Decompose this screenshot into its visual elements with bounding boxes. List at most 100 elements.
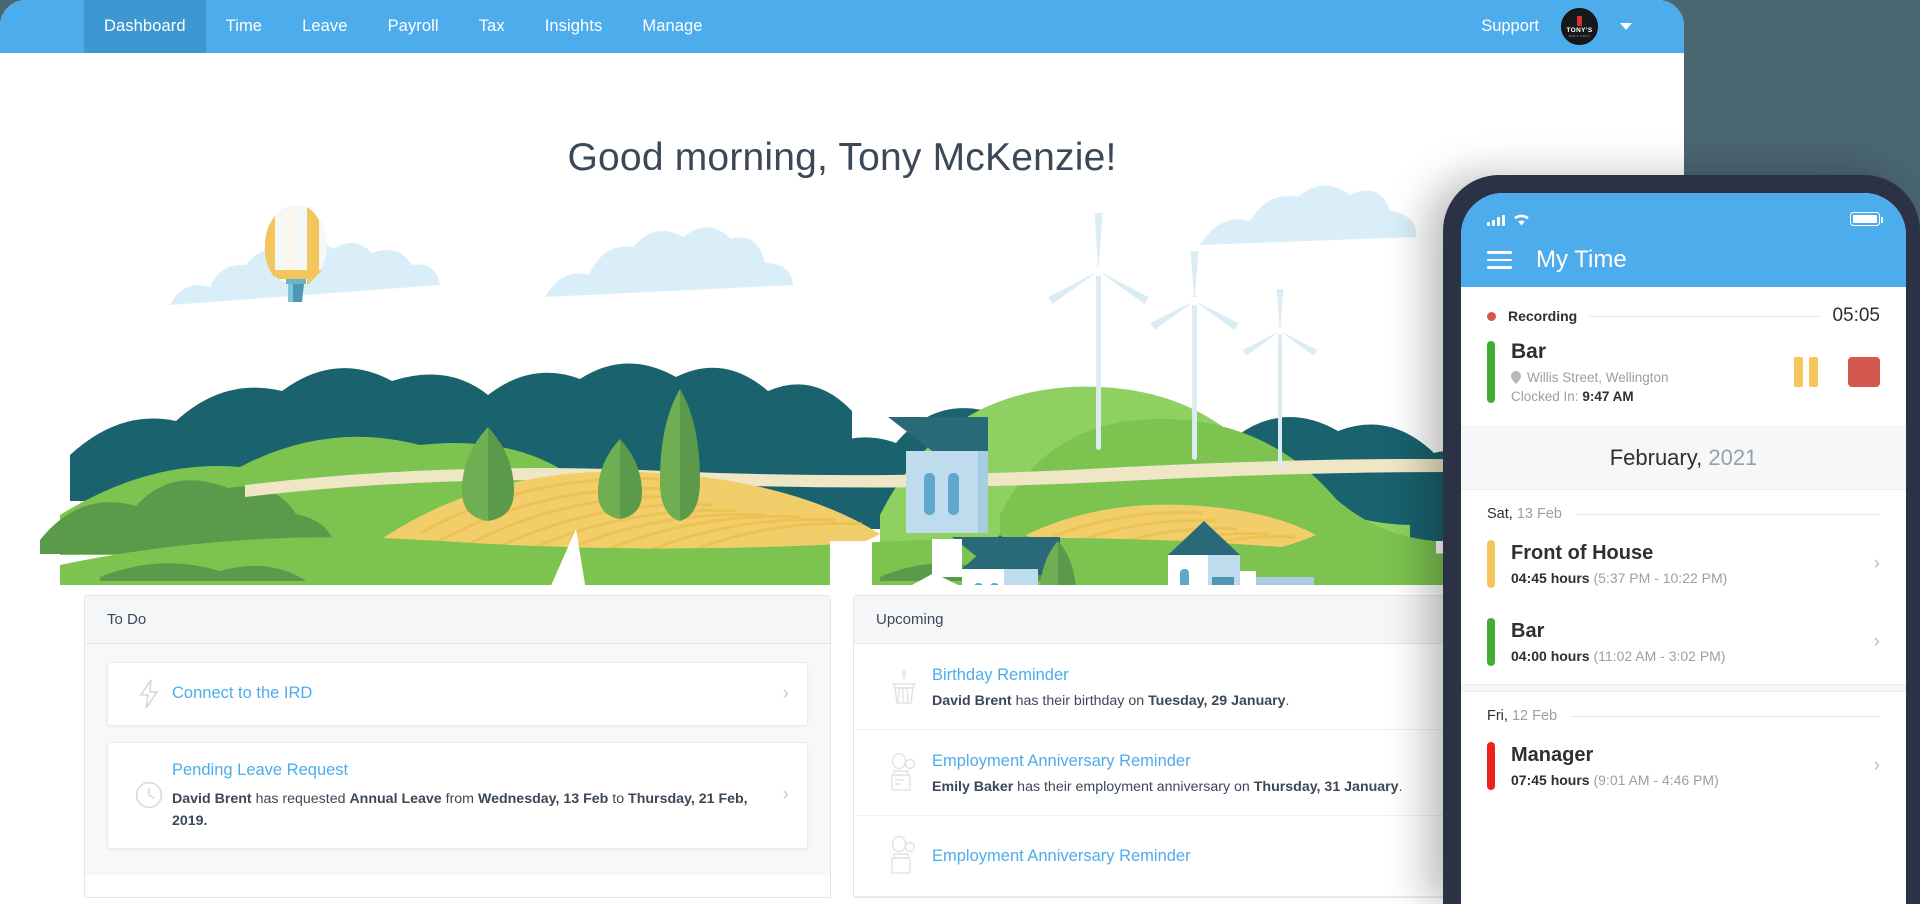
chevron-down-icon[interactable] — [1620, 23, 1632, 30]
month-header: February, 2021 — [1461, 426, 1906, 490]
recording-header: Recording 05:05 — [1461, 287, 1906, 333]
todo-card-header: To Do — [85, 596, 830, 644]
nav-item-label: Insights — [545, 17, 603, 36]
signal-icon — [1487, 214, 1505, 226]
id-badge-icon — [876, 753, 932, 793]
nav-right-group: Support TONY'S BAR & GRILL — [1481, 0, 1684, 53]
time-entry-range: (9:01 AM - 4:46 PM) — [1593, 772, 1718, 788]
avatar-company-sub: BAR & GRILL — [1569, 34, 1591, 38]
nav-item-label: Manage — [642, 17, 702, 36]
hamburger-menu-icon[interactable] — [1487, 251, 1512, 268]
avatar-company-name: TONY'S — [1566, 27, 1592, 34]
page-title: Good morning, Tony McKenzie! — [0, 136, 1684, 180]
time-entry-details: Bar 04:00 hours (11:02 AM - 3:02 PM) — [1495, 620, 1874, 664]
day-date: 12 Feb — [1512, 708, 1557, 724]
nav-item-label: Leave — [302, 17, 347, 36]
nav-item-time[interactable]: Time — [206, 0, 282, 53]
entry-color-tag — [1487, 742, 1495, 790]
day-header-text: Fri, 12 Feb — [1487, 708, 1557, 724]
todo-item-text: Pending Leave Request David Brent has re… — [172, 759, 777, 832]
todo-item-desc: David Brent has requested Annual Leave f… — [172, 788, 767, 832]
pause-button[interactable] — [1794, 357, 1818, 387]
battery-icon — [1850, 212, 1880, 226]
time-entry-front-of-house[interactable]: Front of House 04:45 hours (5:37 PM - 10… — [1461, 528, 1906, 606]
nav-item-insights[interactable]: Insights — [525, 0, 623, 53]
divider — [1571, 716, 1880, 717]
active-entry-details: Bar Willis Street, Wellington Clocked In… — [1495, 339, 1794, 404]
chevron-right-icon[interactable]: › — [777, 784, 789, 806]
phone-title: My Time — [1536, 246, 1627, 274]
chevron-right-icon[interactable]: › — [1874, 553, 1880, 575]
nav-item-label: Payroll — [388, 17, 439, 36]
recording-dot-icon — [1487, 312, 1496, 321]
entry-color-tag — [1487, 618, 1495, 666]
waterside-houses — [932, 539, 962, 577]
day-header-fri: Fri, 12 Feb — [1461, 692, 1906, 730]
entry-color-tag — [1487, 540, 1495, 588]
recording-timer: 05:05 — [1832, 305, 1880, 327]
day-name: Sat, — [1487, 506, 1513, 522]
location-pin-icon — [1511, 371, 1521, 384]
time-entry-sub: 04:45 hours (5:37 PM - 10:22 PM) — [1511, 570, 1874, 586]
upcoming-item-title: Employment Anniversary Reminder — [932, 750, 1403, 773]
time-entry-sub: 07:45 hours (9:01 AM - 4:46 PM) — [1511, 772, 1874, 788]
time-entry-job: Front of House — [1511, 542, 1874, 565]
upcoming-item-text: Employment Anniversary Reminder Emily Ba… — [932, 750, 1403, 795]
month-year: 2021 — [1708, 445, 1757, 470]
day-separator — [1461, 684, 1906, 692]
nav-item-label: Dashboard — [104, 17, 186, 36]
phone-app-bar: My Time — [1461, 233, 1906, 287]
nav-item-tax[interactable]: Tax — [459, 0, 525, 53]
upcoming-item-title: Birthday Reminder — [932, 664, 1290, 687]
todo-card: To Do Connect to the IRD › — [84, 595, 831, 898]
month-name: February, — [1610, 445, 1703, 470]
chevron-right-icon[interactable]: › — [777, 683, 789, 705]
divider — [1589, 316, 1820, 317]
active-time-entry[interactable]: Bar Willis Street, Wellington Clocked In… — [1461, 333, 1906, 426]
cupcake-icon — [876, 668, 932, 706]
active-entry-clocked-in: Clocked In: 9:47 AM — [1511, 389, 1794, 404]
avatar[interactable]: TONY'S BAR & GRILL — [1561, 8, 1598, 45]
nav-item-manage[interactable]: Manage — [622, 0, 722, 53]
wifi-icon — [1513, 213, 1530, 226]
time-entry-details: Manager 07:45 hours (9:01 AM - 4:46 PM) — [1495, 744, 1874, 788]
avatar-logo-mark — [1577, 16, 1582, 26]
lightning-icon — [126, 679, 172, 709]
upcoming-item-text: Employment Anniversary Reminder — [932, 845, 1191, 868]
status-left-group — [1487, 213, 1530, 226]
clocked-in-time: 9:47 AM — [1582, 389, 1633, 404]
nav-item-label: Time — [226, 17, 262, 36]
nav-item-label: Tax — [479, 17, 505, 36]
support-link[interactable]: Support — [1481, 17, 1539, 36]
nav-item-payroll[interactable]: Payroll — [368, 0, 459, 53]
time-entry-bar[interactable]: Bar 04:00 hours (11:02 AM - 3:02 PM) › — [1461, 606, 1906, 684]
hero-illustration — [0, 185, 1684, 585]
entry-color-tag — [1487, 341, 1495, 403]
nav-item-dashboard[interactable]: Dashboard — [84, 0, 206, 53]
upcoming-item-desc: Emily Baker has their employment anniver… — [932, 779, 1403, 795]
todo-item-title: Connect to the IRD — [172, 682, 767, 706]
active-entry-location-text: Willis Street, Wellington — [1527, 370, 1669, 385]
time-entry-hours: 04:45 hours — [1511, 570, 1590, 586]
time-entry-manager[interactable]: Manager 07:45 hours (9:01 AM - 4:46 PM) … — [1461, 730, 1906, 808]
phone-screen: My Time Recording 05:05 Bar Willis Stree… — [1461, 193, 1906, 904]
active-entry-job: Bar — [1511, 339, 1794, 365]
nav-item-leave[interactable]: Leave — [282, 0, 367, 53]
stop-button[interactable] — [1848, 357, 1880, 387]
chevron-right-icon[interactable]: › — [1874, 755, 1880, 777]
top-navigation-bar: Dashboard Time Leave Payroll Tax Insight… — [0, 0, 1684, 53]
nav-items: Dashboard Time Leave Payroll Tax Insight… — [84, 0, 723, 53]
todo-item-connect-ird[interactable]: Connect to the IRD › — [107, 662, 808, 726]
dashboard-cards: To Do Connect to the IRD › — [0, 595, 1684, 898]
time-entry-sub: 04:00 hours (11:02 AM - 3:02 PM) — [1511, 648, 1874, 664]
time-entry-details: Front of House 04:45 hours (5:37 PM - 10… — [1495, 542, 1874, 586]
chevron-right-icon[interactable]: › — [1874, 631, 1880, 653]
clock-icon — [126, 781, 172, 809]
todo-item-title: Pending Leave Request — [172, 759, 767, 783]
active-entry-location: Willis Street, Wellington — [1511, 370, 1794, 385]
todo-item-text: Connect to the IRD — [172, 682, 777, 706]
todo-item-pending-leave[interactable]: Pending Leave Request David Brent has re… — [107, 742, 808, 849]
id-badge-icon — [876, 836, 932, 876]
recording-label: Recording — [1508, 308, 1577, 324]
phone-mockup: My Time Recording 05:05 Bar Willis Stree… — [1443, 175, 1920, 904]
